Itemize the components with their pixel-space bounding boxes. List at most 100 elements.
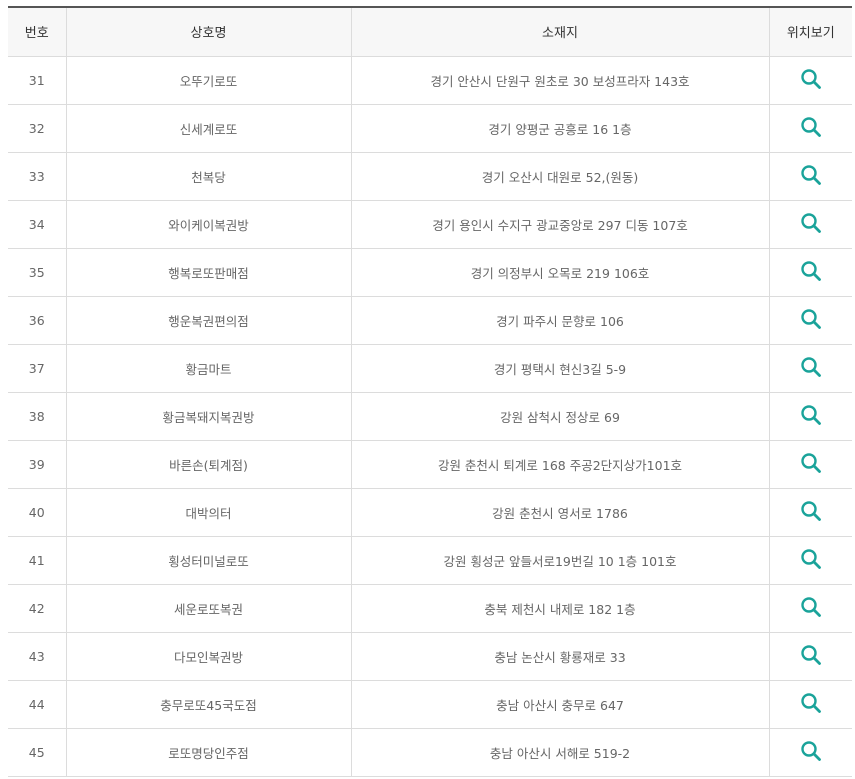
table-row: 39 바른손(퇴계점) 강원 춘천시 퇴계로 168 주공2단지상가101호 xyxy=(8,440,852,489)
table-row: 34 와이케이복권방 경기 용인시 수지구 광교중앙로 297 디동 107호 xyxy=(8,200,852,249)
header-name: 상호명 xyxy=(65,6,351,57)
row-number: 40 xyxy=(8,488,66,537)
table-row: 35 행복로또판매점 경기 의정부시 오목로 219 106호 xyxy=(8,248,852,297)
row-location-cell xyxy=(768,440,852,489)
row-store-name: 행복로또판매점 xyxy=(65,248,351,297)
row-location-cell xyxy=(768,200,852,249)
table-row: 43 다모인복권방 충남 논산시 황룡재로 33 xyxy=(8,632,852,681)
row-store-name: 황금복돼지복권방 xyxy=(65,392,351,441)
row-number: 44 xyxy=(8,680,66,729)
row-store-name: 세운로또복권 xyxy=(65,584,351,633)
view-location-button[interactable] xyxy=(800,548,822,570)
table-row: 41 횡성터미널로또 강원 횡성군 앞들서로19번길 10 1층 101호 xyxy=(8,536,852,585)
table-row: 44 충무로또45국도점 충남 아산시 충무로 647 xyxy=(8,680,852,729)
row-location-cell xyxy=(768,584,852,633)
row-address: 경기 용인시 수지구 광교중앙로 297 디동 107호 xyxy=(350,200,769,249)
row-store-name: 충무로또45국도점 xyxy=(65,680,351,729)
search-icon xyxy=(801,740,821,761)
search-icon xyxy=(801,116,821,137)
view-location-button[interactable] xyxy=(800,308,822,330)
row-location-cell xyxy=(768,632,852,681)
table-row: 40 대박의터 강원 춘천시 영서로 1786 xyxy=(8,488,852,537)
view-location-button[interactable] xyxy=(800,404,822,426)
row-address: 경기 파주시 문향로 106 xyxy=(350,296,769,345)
view-location-button[interactable] xyxy=(800,260,822,282)
row-number: 34 xyxy=(8,200,66,249)
row-number: 42 xyxy=(8,584,66,633)
view-location-button[interactable] xyxy=(800,212,822,234)
row-number: 37 xyxy=(8,344,66,393)
row-number: 35 xyxy=(8,248,66,297)
view-location-button[interactable] xyxy=(800,500,822,522)
view-location-button[interactable] xyxy=(800,356,822,378)
view-location-button[interactable] xyxy=(800,740,822,762)
row-address: 경기 오산시 대원로 52,(원동) xyxy=(350,152,769,201)
row-number: 39 xyxy=(8,440,66,489)
search-icon xyxy=(801,500,821,521)
view-location-button[interactable] xyxy=(800,164,822,186)
row-address: 경기 양평군 공흥로 16 1층 xyxy=(350,104,769,153)
row-location-cell xyxy=(768,344,852,393)
table-row: 33 천복당 경기 오산시 대원로 52,(원동) xyxy=(8,152,852,201)
view-location-button[interactable] xyxy=(800,644,822,666)
search-icon xyxy=(801,212,821,233)
search-icon xyxy=(801,644,821,665)
row-address: 충북 제천시 내제로 182 1층 xyxy=(350,584,769,633)
row-number: 41 xyxy=(8,536,66,585)
table-row: 36 행운복권편의점 경기 파주시 문향로 106 xyxy=(8,296,852,345)
row-location-cell xyxy=(768,152,852,201)
row-store-name: 다모인복권방 xyxy=(65,632,351,681)
table-body: 31 오뚜기로또 경기 안산시 단원구 원초로 30 보성프라자 143호 32 신세계… xyxy=(8,56,852,777)
table-row: 32 신세계로또 경기 양평군 공흥로 16 1층 xyxy=(8,104,852,153)
row-address: 충남 논산시 황룡재로 33 xyxy=(350,632,769,681)
row-store-name: 황금마트 xyxy=(65,344,351,393)
view-location-button[interactable] xyxy=(800,692,822,714)
row-store-name: 행운복권편의점 xyxy=(65,296,351,345)
table-row: 38 황금복돼지복권방 강원 삼척시 정상로 69 xyxy=(8,392,852,441)
row-number: 33 xyxy=(8,152,66,201)
row-number: 45 xyxy=(8,728,66,777)
header-address: 소재지 xyxy=(350,6,769,57)
row-number: 43 xyxy=(8,632,66,681)
row-address: 강원 삼척시 정상로 69 xyxy=(350,392,769,441)
row-store-name: 로또명당인주점 xyxy=(65,728,351,777)
store-list: 번호 상호명 소재지 위치보기 31 오뚜기로또 경기 안산시 단원구 원초로 30… xyxy=(8,6,852,777)
search-icon xyxy=(801,164,821,185)
store-table: 번호 상호명 소재지 위치보기 31 오뚜기로또 경기 안산시 단원구 원초로 30… xyxy=(8,6,852,777)
row-location-cell xyxy=(768,56,852,105)
table-row: 31 오뚜기로또 경기 안산시 단원구 원초로 30 보성프라자 143호 xyxy=(8,56,852,105)
search-icon xyxy=(801,692,821,713)
search-icon xyxy=(801,68,821,89)
row-store-name: 신세계로또 xyxy=(65,104,351,153)
view-location-button[interactable] xyxy=(800,68,822,90)
row-store-name: 오뚜기로또 xyxy=(65,56,351,105)
table-row: 45 로또명당인주점 충남 아산시 서해로 519-2 xyxy=(8,728,852,777)
header-row: 번호 상호명 소재지 위치보기 xyxy=(8,6,852,57)
search-icon xyxy=(801,356,821,377)
view-location-button[interactable] xyxy=(800,116,822,138)
row-store-name: 천복당 xyxy=(65,152,351,201)
header-number: 번호 xyxy=(8,6,66,57)
row-location-cell xyxy=(768,296,852,345)
table-row: 42 세운로또복권 충북 제천시 내제로 182 1층 xyxy=(8,584,852,633)
search-icon xyxy=(801,404,821,425)
row-location-cell xyxy=(768,248,852,297)
table-header: 번호 상호명 소재지 위치보기 xyxy=(8,6,852,57)
row-address: 강원 춘천시 영서로 1786 xyxy=(350,488,769,537)
row-store-name: 와이케이복권방 xyxy=(65,200,351,249)
row-location-cell xyxy=(768,392,852,441)
row-store-name: 바른손(퇴계점) xyxy=(65,440,351,489)
row-location-cell xyxy=(768,728,852,777)
row-address: 강원 춘천시 퇴계로 168 주공2단지상가101호 xyxy=(350,440,769,489)
row-location-cell xyxy=(768,536,852,585)
row-location-cell xyxy=(768,104,852,153)
row-store-name: 대박의터 xyxy=(65,488,351,537)
search-icon xyxy=(801,308,821,329)
row-location-cell xyxy=(768,680,852,729)
row-location-cell xyxy=(768,488,852,537)
row-address: 충남 아산시 서해로 519-2 xyxy=(350,728,769,777)
view-location-button[interactable] xyxy=(800,452,822,474)
table-row: 37 황금마트 경기 평택시 현신3길 5-9 xyxy=(8,344,852,393)
view-location-button[interactable] xyxy=(800,596,822,618)
row-number: 36 xyxy=(8,296,66,345)
